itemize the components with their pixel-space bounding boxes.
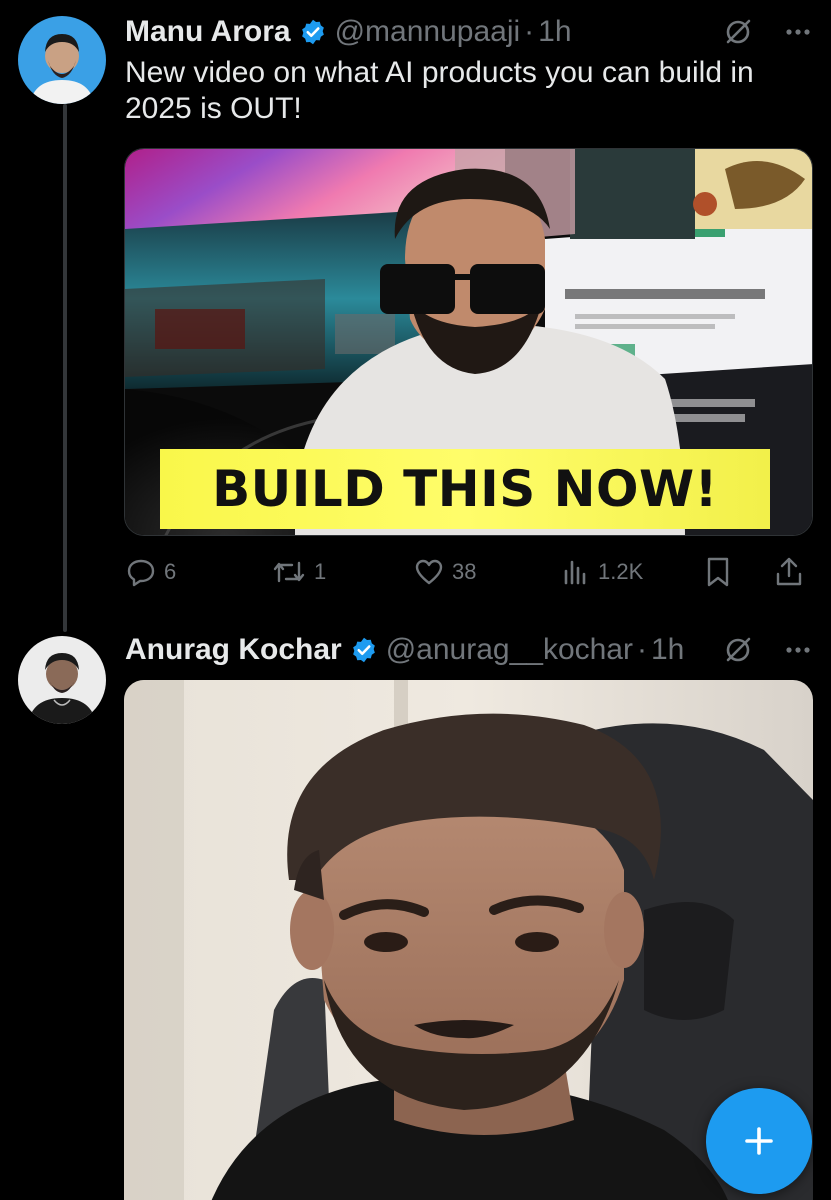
- repost-button[interactable]: 1: [272, 552, 326, 592]
- tweet-header: Manu Arora @mannupaaji · 1h: [125, 12, 572, 52]
- author-name[interactable]: Anurag Kochar: [125, 630, 342, 670]
- tweet-timestamp[interactable]: 1h: [651, 630, 684, 670]
- share-button[interactable]: [774, 552, 804, 592]
- tweet-header-actions: [723, 12, 813, 52]
- author-name[interactable]: Manu Arora: [125, 12, 291, 52]
- view-count: 1.2K: [598, 559, 644, 584]
- grok-icon[interactable]: [723, 17, 753, 47]
- video-thumbnail[interactable]: BUILD THIS NOW!: [124, 148, 813, 536]
- reply-icon: [127, 559, 155, 587]
- repost-count: 1: [314, 559, 327, 584]
- reply-button[interactable]: 6: [126, 552, 176, 592]
- verified-badge-icon: [350, 636, 378, 664]
- share-icon: [776, 557, 802, 586]
- separator-dot: ·: [636, 633, 647, 666]
- reply-count: 6: [164, 559, 177, 584]
- grok-icon[interactable]: [723, 635, 753, 665]
- views-icon: [564, 560, 586, 585]
- tweet-header-actions: [723, 630, 813, 670]
- thread-connector-line: [63, 104, 67, 632]
- bookmark-button[interactable]: [704, 552, 732, 592]
- verified-badge-icon: [299, 18, 327, 46]
- avatar-manu-arora[interactable]: [18, 16, 106, 104]
- compose-button[interactable]: [706, 1088, 812, 1194]
- tweet-text: New video on what AI products you can bu…: [125, 56, 754, 125]
- author-handle[interactable]: @mannupaaji: [335, 12, 521, 52]
- author-handle[interactable]: @anurag__kochar: [386, 630, 633, 670]
- tweet-header: Anurag Kochar @anurag__kochar · 1h: [125, 630, 684, 670]
- like-count: 38: [452, 559, 477, 584]
- tweet-timestamp[interactable]: 1h: [538, 12, 571, 52]
- plus-icon: [745, 1127, 773, 1155]
- repost-icon: [273, 561, 305, 583]
- like-icon: [415, 559, 443, 585]
- bookmark-icon: [707, 557, 729, 587]
- more-icon[interactable]: [783, 17, 813, 47]
- avatar-anurag-kochar[interactable]: [18, 636, 106, 724]
- views-button[interactable]: 1.2K: [562, 552, 643, 592]
- timeline-feed: Manu Arora @mannupaaji · 1h New video on…: [0, 0, 831, 1200]
- separator-dot: ·: [524, 15, 535, 48]
- tweet-actions-bar: 6 1 38 1.2K: [124, 552, 813, 592]
- thumbnail-overlay-text: BUILD THIS NOW!: [212, 460, 718, 518]
- like-button[interactable]: 38: [414, 552, 476, 592]
- more-icon[interactable]: [783, 635, 813, 665]
